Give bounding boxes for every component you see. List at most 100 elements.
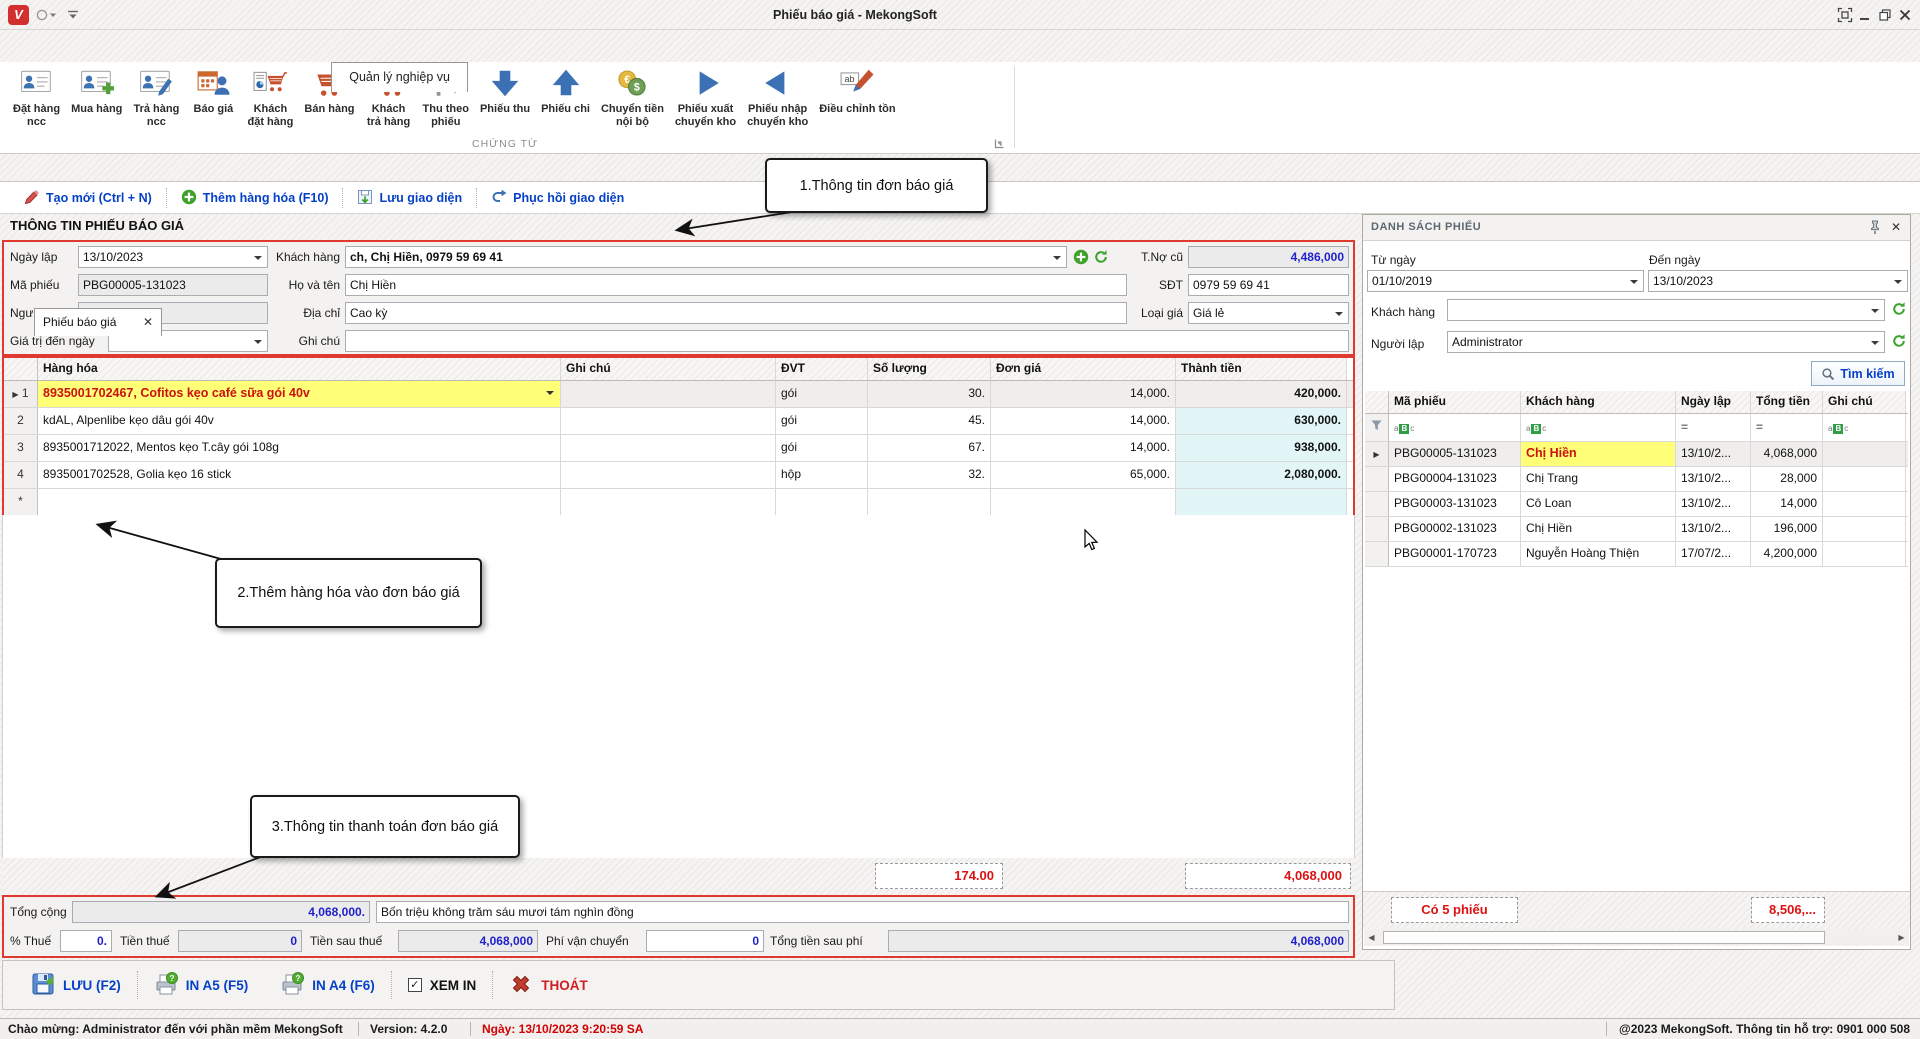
tax-percent-input[interactable]: 0. bbox=[60, 930, 112, 952]
dialog-launcher-icon[interactable] bbox=[994, 138, 1005, 152]
full-name-input[interactable]: Chị Hiền bbox=[345, 274, 1127, 296]
panel-header: DANH SÁCH PHIẾU ✕ bbox=[1363, 215, 1910, 241]
panel-row[interactable]: PBG00002-131023Chị Hiền13/10/2...196,000 bbox=[1365, 517, 1908, 542]
column-header[interactable]: Khách hàng bbox=[1521, 391, 1676, 413]
item-row[interactable]: ▶ 18935001702467, Cofitos kẹo café sữa g… bbox=[4, 381, 1353, 408]
filter-cell[interactable]: aBc bbox=[1521, 414, 1676, 441]
item-name-cell[interactable]: 8935001702467, Cofitos kẹo café sữa gói … bbox=[38, 381, 561, 407]
button-label: XEM IN bbox=[430, 978, 477, 993]
column-header[interactable]: ĐVT bbox=[776, 358, 868, 380]
filter-customer-input[interactable] bbox=[1447, 299, 1885, 321]
ribbon-button-receipt-down[interactable]: Phiếu thu bbox=[475, 66, 535, 116]
add-customer-icon[interactable] bbox=[1073, 249, 1089, 265]
column-header[interactable]: Số lượng bbox=[868, 358, 991, 380]
ribbon-button-stock-adjust[interactable]: abĐiều chỉnh tồn bbox=[814, 66, 900, 116]
note-input[interactable] bbox=[345, 330, 1349, 352]
panel-row[interactable]: ▶PBG00005-131023Chị Hiền13/10/2...4,068,… bbox=[1365, 442, 1908, 467]
to-date-input[interactable]: 13/10/2023 bbox=[1648, 270, 1908, 292]
save-layout-button[interactable]: Lưu giao diện bbox=[343, 189, 476, 208]
column-header[interactable]: Mã phiếu bbox=[1389, 391, 1521, 413]
scrollbar-thumb[interactable] bbox=[1383, 931, 1825, 944]
after-tax-label: Tiền sau thuế bbox=[310, 930, 382, 952]
item-row[interactable]: 38935001712022, Mentos kẹo T.cây gói 108… bbox=[4, 435, 1353, 462]
scroll-right-icon[interactable]: ▶ bbox=[1894, 930, 1909, 945]
filter-funnel-icon[interactable] bbox=[1365, 414, 1389, 441]
close-icon[interactable] bbox=[1896, 7, 1914, 23]
search-button[interactable]: Tìm kiếm bbox=[1811, 361, 1905, 386]
item-row[interactable]: 2kdAL, Alpenlibe kẹo dâu gói 40vgói45.14… bbox=[4, 408, 1353, 435]
ribbon-button-label: Đặt hàng ncc bbox=[13, 103, 60, 128]
filter-creator-input[interactable]: Administrator bbox=[1447, 331, 1885, 353]
view-print-checkbox[interactable]: ✓ XEM IN bbox=[392, 978, 493, 993]
restore-icon[interactable] bbox=[1876, 7, 1894, 23]
panel-row[interactable]: PBG00001-170723Nguyễn Hoàng Thiện17/07/2… bbox=[1365, 542, 1908, 567]
print-a5-button[interactable]: ?IN A5 (F5) bbox=[138, 972, 265, 999]
address-label: Địa chỉ bbox=[274, 302, 340, 324]
pin-icon[interactable] bbox=[1868, 220, 1882, 238]
filter-cell[interactable]: = bbox=[1751, 414, 1823, 441]
ribbon-button-quote[interactable]: Báo giá bbox=[185, 66, 241, 116]
item-row[interactable]: 48935001702528, Golia kẹo 16 stickhộp32.… bbox=[4, 462, 1353, 489]
restore-layout-button[interactable]: Phục hồi giao diện bbox=[477, 189, 638, 208]
old-debt-label: T.Nợ cũ bbox=[1129, 246, 1183, 268]
phone-input[interactable]: 0979 59 69 41 bbox=[1188, 274, 1349, 296]
customer-input[interactable]: ch, Chị Hiền, 0979 59 69 41 bbox=[345, 246, 1067, 268]
horizontal-scrollbar[interactable]: ◀ ▶ bbox=[1364, 929, 1909, 946]
column-header[interactable]: Ghi chú bbox=[1823, 391, 1906, 413]
to-date-value: 13/10/2023 bbox=[1653, 274, 1713, 288]
refresh-icon[interactable] bbox=[1891, 333, 1907, 349]
ribbon-button-supplier-return[interactable]: Trả hàng ncc bbox=[128, 66, 184, 128]
address-input[interactable]: Cao kỳ bbox=[345, 302, 1127, 324]
new-button[interactable]: Tạo mới (Ctrl + N) bbox=[10, 189, 166, 208]
refresh-icon[interactable] bbox=[1891, 301, 1907, 317]
add-item-button[interactable]: Thêm hàng hóa (F10) bbox=[167, 189, 343, 208]
ribbon-button-payment-up[interactable]: Phiếu chi bbox=[536, 66, 595, 116]
column-header[interactable]: Tổng tiền bbox=[1751, 391, 1823, 413]
date-created-value: 13/10/2023 bbox=[83, 250, 143, 264]
save-button[interactable]: LƯU (F2) bbox=[15, 972, 137, 999]
filter-cell[interactable]: = bbox=[1676, 414, 1751, 441]
filter-row[interactable]: aBcaBc==aBc bbox=[1365, 414, 1908, 442]
voucher-grid: Mã phiếuKhách hàngNgày lậpTổng tiềnGhi c… bbox=[1365, 391, 1908, 567]
column-header[interactable]: Ghi chú bbox=[561, 358, 776, 380]
ribbon-button-label: Bán hàng bbox=[304, 103, 354, 116]
column-header[interactable]: Hàng hóa bbox=[38, 358, 561, 380]
price-type-select[interactable]: Giá lẻ bbox=[1188, 302, 1349, 324]
shipping-fee-input[interactable]: 0 bbox=[646, 930, 764, 952]
refresh-customer-icon[interactable] bbox=[1093, 249, 1109, 265]
item-row[interactable]: * bbox=[4, 489, 1353, 516]
minimize-icon[interactable] bbox=[1856, 7, 1874, 23]
summary-strip: 174.00 4,068,000 bbox=[2, 858, 1355, 895]
filter-cell[interactable]: aBc bbox=[1823, 414, 1906, 441]
scroll-left-icon[interactable]: ◀ bbox=[1364, 930, 1379, 945]
status-bar: Chào mừng: Administrator đến với phần mề… bbox=[0, 1018, 1920, 1039]
ribbon-button-stock-in[interactable]: Phiếu nhập chuyển kho bbox=[742, 66, 813, 128]
print-icon: ? bbox=[280, 972, 304, 999]
filter-creator-value: Administrator bbox=[1452, 335, 1523, 349]
ribbon-button-stock-out[interactable]: Phiếu xuất chuyển kho bbox=[670, 66, 741, 128]
checkbox-icon[interactable]: ✓ bbox=[408, 978, 422, 992]
ribbon-button-label: Khách đặt hàng bbox=[247, 103, 293, 128]
panel-close-icon[interactable]: ✕ bbox=[1891, 220, 1901, 234]
panel-row[interactable]: PBG00003-131023Cô Loan13/10/2...14,000 bbox=[1365, 492, 1908, 517]
ribbon-button-transfer-money[interactable]: €$Chuyển tiền nội bộ bbox=[596, 66, 669, 128]
ribbon-button-customer-order[interactable]: Khách đặt hàng bbox=[242, 66, 298, 128]
chevron-down-icon bbox=[1871, 309, 1879, 313]
filter-cell[interactable]: aBc bbox=[1389, 414, 1521, 441]
payment-totals-box: Tổng cộng 4,068,000. Bốn triệu không tră… bbox=[2, 895, 1355, 958]
document-tab-close-icon[interactable]: ✕ bbox=[143, 309, 153, 336]
fit-screen-icon[interactable] bbox=[1836, 7, 1854, 23]
column-header[interactable]: Ngày lập bbox=[1676, 391, 1751, 413]
print-a4-button[interactable]: ?IN A4 (F6) bbox=[264, 972, 391, 999]
exit-button[interactable]: THOÁT bbox=[493, 972, 604, 999]
document-tab[interactable]: Phiếu báo giá ✕ bbox=[34, 308, 162, 336]
date-created-input[interactable]: 13/10/2023 bbox=[78, 246, 268, 268]
column-header[interactable]: Thành tiền bbox=[1176, 358, 1347, 380]
ribbon-button-purchase[interactable]: Mua hàng bbox=[66, 66, 127, 116]
voucher-code-value: PBG00005-131023 bbox=[78, 274, 268, 296]
menu-tab-3[interactable]: Quản lý nghiệp vụ bbox=[331, 62, 468, 92]
panel-row[interactable]: PBG00004-131023Chị Trang13/10/2...28,000 bbox=[1365, 467, 1908, 492]
ribbon-button-supplier-order[interactable]: Đặt hàng ncc bbox=[8, 66, 65, 128]
from-date-input[interactable]: 01/10/2019 bbox=[1367, 270, 1644, 292]
column-header[interactable]: Đơn giá bbox=[991, 358, 1176, 380]
